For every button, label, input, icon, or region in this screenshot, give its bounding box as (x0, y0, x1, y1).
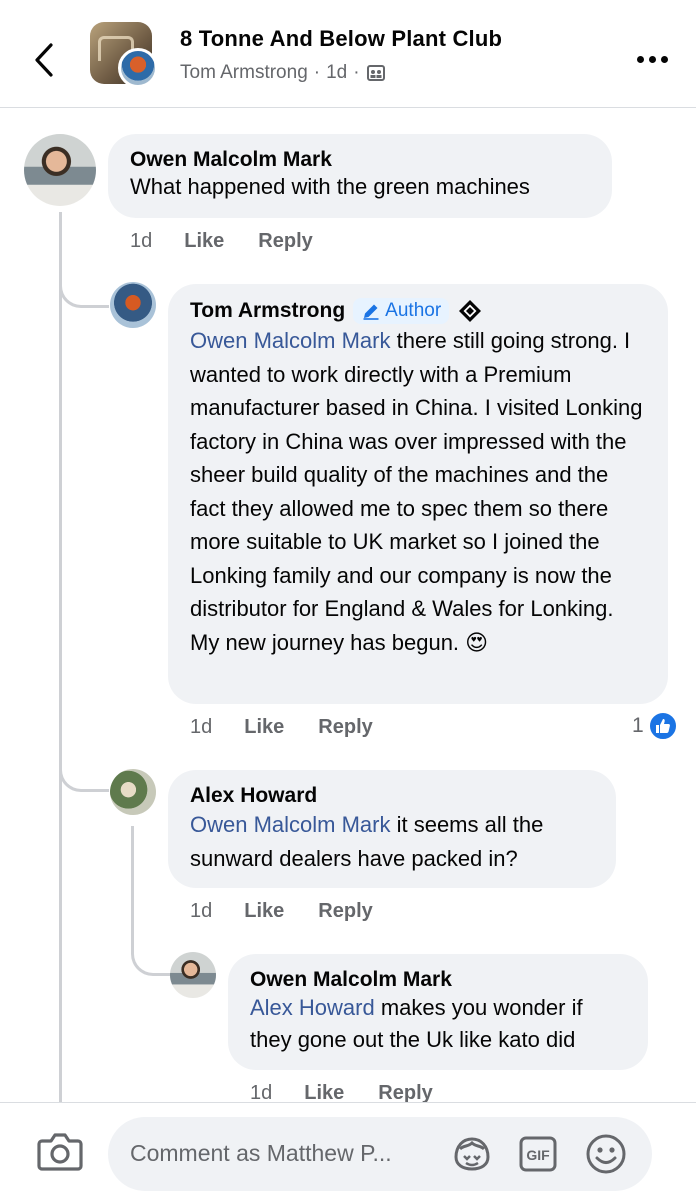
avatar[interactable] (24, 134, 96, 206)
avatar-sticker-icon (454, 1137, 490, 1171)
comment-composer-bar: Comment as Matthew P... GIF (0, 1102, 696, 1200)
top-fan-icon[interactable] (457, 298, 483, 324)
more-options-button[interactable] (632, 44, 672, 74)
comment-time[interactable]: 1d (190, 900, 212, 923)
comment-bubble: Tom Armstrong Author Owen Malcolm Mark t… (168, 284, 668, 704)
gif-button[interactable]: GIF (516, 1133, 560, 1175)
thread-branch (59, 262, 109, 308)
reaction-count: 1 (632, 714, 644, 737)
comment-text: What happened with the green machines (130, 174, 530, 199)
comment-body: there still going strong. I wanted to wo… (190, 328, 643, 655)
author-badge-label: Author (385, 300, 442, 321)
avatar[interactable] (110, 282, 156, 328)
avatar[interactable] (170, 952, 216, 998)
more-dots-icon (636, 55, 644, 63)
comment-bubble: Owen Malcolm Mark Alex Howard makes you … (228, 954, 648, 1070)
author-avatar (118, 48, 158, 88)
mention-link[interactable]: Owen Malcolm Mark (190, 812, 390, 837)
comment-actions: 1d Like Reply (190, 900, 407, 923)
meta-separator: · (313, 62, 321, 83)
mention-link[interactable]: Alex Howard (250, 995, 375, 1020)
reply-button[interactable]: Reply (318, 900, 372, 923)
thread-branch (59, 746, 109, 792)
group-title[interactable]: 8 Tonne And Below Plant Club (180, 26, 502, 52)
post-meta: Tom Armstrong · 1d · (180, 62, 386, 84)
reply-button[interactable]: Reply (258, 230, 312, 253)
post-time[interactable]: 1d (326, 62, 347, 84)
comment-input[interactable]: Comment as Matthew P... GIF (108, 1117, 652, 1191)
commenter-name[interactable]: Alex Howard (190, 784, 594, 808)
pencil-icon (363, 304, 379, 320)
comment-time[interactable]: 1d (130, 230, 152, 253)
more-dot (648, 55, 656, 63)
mention-link[interactable]: Owen Malcolm Mark (190, 328, 390, 353)
gif-icon: GIF (519, 1136, 557, 1172)
more-dot (660, 55, 668, 63)
comment-bubble: Alex Howard Owen Malcolm Mark it seems a… (168, 770, 616, 888)
thread-branch (131, 932, 171, 976)
commenter-name[interactable]: Owen Malcolm Mark (130, 148, 590, 172)
reaction-summary[interactable]: 1 (632, 711, 678, 741)
thread-line (131, 826, 134, 936)
group-avatar[interactable] (90, 22, 158, 88)
reply-button[interactable]: Reply (318, 716, 372, 739)
comment-text: Alex Howard makes you wonder if they gon… (250, 992, 626, 1056)
group-privacy-icon (366, 65, 385, 81)
back-button[interactable] (22, 34, 66, 86)
commenter-name-row: Tom Armstrong Author (190, 298, 646, 324)
camera-button[interactable] (36, 1131, 86, 1177)
meta-separator: · (353, 62, 360, 83)
like-button[interactable]: Like (244, 900, 284, 923)
comment-bubble: Owen Malcolm Mark What happened with the… (108, 134, 612, 218)
post-header: 8 Tonne And Below Plant Club Tom Armstro… (0, 0, 696, 108)
commenter-name[interactable]: Tom Armstrong (190, 299, 345, 323)
author-badge: Author (353, 298, 450, 324)
heart-eyes-emoji: 😍 (465, 629, 489, 655)
comment-actions: 1d Like Reply (130, 230, 347, 253)
comment-actions: 1d Like Reply (190, 716, 407, 739)
avatar[interactable] (110, 769, 156, 815)
comment-time[interactable]: 1d (190, 716, 212, 739)
avatar-sticker-button[interactable] (450, 1133, 494, 1175)
camera-icon (37, 1133, 83, 1171)
like-button[interactable]: Like (184, 230, 224, 253)
chevron-left-icon (35, 43, 53, 77)
comment-text: Owen Malcolm Mark there still going stro… (190, 324, 646, 659)
emoji-icon (586, 1134, 626, 1174)
like-button[interactable]: Like (244, 716, 284, 739)
post-author[interactable]: Tom Armstrong (180, 62, 308, 84)
comment-placeholder: Comment as Matthew P... (130, 1140, 392, 1166)
commenter-name[interactable]: Owen Malcolm Mark (250, 968, 626, 992)
emoji-button[interactable] (584, 1133, 628, 1175)
svg-text:GIF: GIF (526, 1147, 550, 1163)
like-thumb-icon (647, 711, 678, 741)
comment-text: Owen Malcolm Mark it seems all the sunwa… (190, 808, 594, 875)
thread-line (59, 212, 62, 1102)
